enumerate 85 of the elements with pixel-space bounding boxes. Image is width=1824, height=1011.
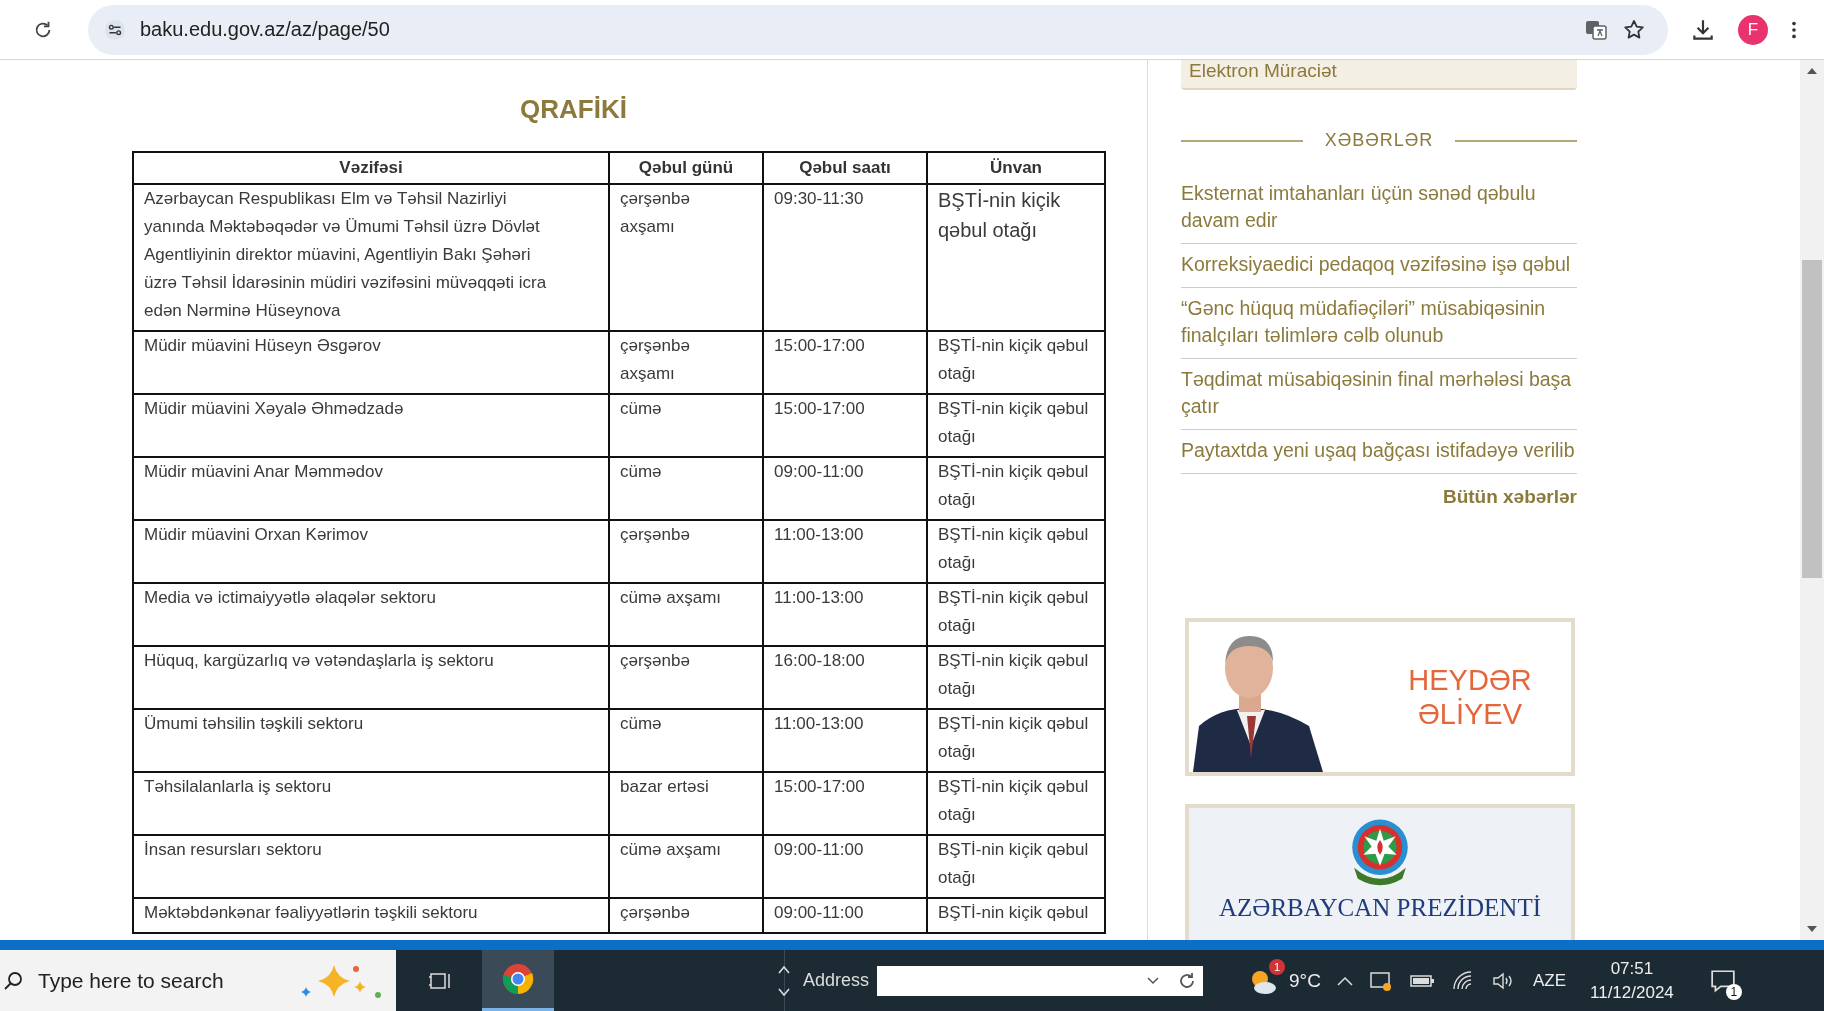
table-cell: bazar ertəsi — [609, 772, 763, 835]
table-cell: 16:00-18:00 — [763, 646, 927, 709]
table-cell: 09:00-11:00 — [763, 835, 927, 898]
table-cell: Məktəbdənkənar fəaliyyətlərin təşkili sektoru — [133, 898, 609, 933]
table-cell: 11:00-13:00 — [763, 520, 927, 583]
table-cell: BŞTİ-nin kiçik qəbul otağı — [927, 184, 1105, 331]
table-cell: Müdir müavini Xəyalə Əhmədzadə — [133, 394, 609, 457]
table-cell: çərşənbə — [609, 898, 763, 933]
table-cell: Müdir müavini Hüseyn Əsgərov — [133, 331, 609, 394]
column-header: Vəzifəsi — [133, 152, 609, 184]
table-cell: 11:00-13:00 — [763, 709, 927, 772]
table-cell: Azərbaycan Respublikası Elm və Təhsil Nazirliyi yanında Məktəbəqədər və Ümumi Təhsil üzrə Dövlət Agentliyinin direktor müavini, Agentliyin Bakı Şəhəri üzrə Təhsil İdarəsinin müdiri vəzifəsini müvəqqəti icra edən Nərminə Hüseynova — [133, 184, 609, 331]
table-cell: Müdir müavini Orxan Kərimov — [133, 520, 609, 583]
table-cell: BŞTİ-nin kiçik qəbul otağı — [927, 646, 1105, 709]
table-cell: Müdir müavini Anar Məmmədov — [133, 457, 609, 520]
all-news-link[interactable]: Bütün xəbərlər — [1442, 486, 1577, 508]
table-cell: çərşənbə axşamı — [609, 184, 763, 331]
table-cell: cümə — [609, 394, 763, 457]
scroll-down-icon[interactable] — [1807, 926, 1817, 932]
taskbar-app-button[interactable] — [482, 950, 554, 1011]
site-info-icon[interactable] — [104, 18, 126, 41]
banner[interactable]: AZƏRBAYCAN PREZİDENTİ — [1185, 804, 1575, 940]
news-link[interactable]: Eksternat imtahanları üçün sənəd qəbulu davam edir — [1181, 173, 1577, 244]
scrollbar[interactable] — [1800, 60, 1824, 940]
electronic-application-link[interactable]: Elektron Müraciət — [1181, 60, 1577, 90]
address-label: Address — [803, 970, 870, 991]
dropdown-caret-icon[interactable] — [1147, 976, 1160, 985]
table-cell: BŞTİ-nin kiçik qəbul otağı — [927, 331, 1105, 394]
taskbar-search-field[interactable]: Type here to search — [0, 950, 396, 1011]
table-cell: 15:00-17:00 — [763, 394, 927, 457]
search-icon — [4, 970, 24, 991]
table-cell: Təhsilalanlarla iş sektoru — [133, 772, 609, 835]
column-header: Qəbul günü — [609, 152, 763, 184]
notification-badge: 1 — [1725, 983, 1742, 1000]
table-cell: 11:00-13:00 — [763, 583, 927, 646]
table-cell: 09:30-11:30 — [763, 184, 927, 331]
clock[interactable]: 07:51 11/12/2024 — [1590, 956, 1674, 1005]
table-cell: çərşənbə — [609, 520, 763, 583]
column-header: Ünvan — [927, 152, 1105, 184]
profile-avatar[interactable]: F — [1738, 14, 1768, 45]
bookmark-star-icon[interactable] — [1622, 17, 1646, 42]
banner-title: AZƏRBAYCAN PREZİDENTİ — [1219, 894, 1541, 921]
language-indicator[interactable]: AZE — [1532, 970, 1566, 991]
table-cell: cümə — [609, 457, 763, 520]
table-cell: BŞTİ-nin kiçik qəbul otağı — [927, 394, 1105, 457]
table-cell: BŞTİ-nin kiçik qəbul — [927, 898, 1105, 933]
news-link[interactable]: Korreksiyaedici pedaqoq vəzifəsinə işə qəbul — [1181, 244, 1577, 288]
scroll-up-icon[interactable] — [1807, 68, 1817, 74]
table-cell: Ümumi təhsilin təşkili sektoru — [133, 709, 609, 772]
battery-icon[interactable] — [1408, 972, 1435, 989]
temperature: 9°C — [1289, 969, 1321, 992]
table-cell: 15:00-17:00 — [763, 331, 927, 394]
table-cell: Hüquq, kargüzarlıq və vətəndaşlarla iş sektoru — [133, 646, 609, 709]
chevron-up-icon[interactable] — [1336, 975, 1353, 986]
table-cell: cümə — [609, 709, 763, 772]
notification-icon[interactable] — [1709, 967, 1736, 994]
news-link[interactable]: Təqdimat müsabiqəsinin final mərhələsi başa çatır — [1181, 359, 1577, 430]
table-cell: cümə axşamı — [609, 835, 763, 898]
table-cell: BŞTİ-nin kiçik qəbul otağı — [927, 772, 1105, 835]
banner[interactable]: HEYDƏR ƏLİYEV — [1185, 618, 1575, 776]
news-link[interactable]: “Gənc hüquq müdafiəçiləri” müsabiqəsinin finalçıları təlimlərə cəlb olunub — [1181, 288, 1577, 359]
address-bar[interactable]: baku.edu.gov.az/az/page/50 — [88, 4, 1668, 55]
table-cell: 09:00-11:00 — [763, 898, 927, 933]
table-cell: BŞTİ-nin kiçik qəbul otağı — [927, 457, 1105, 520]
weather-badge: 1 — [1269, 958, 1286, 975]
table-cell: cümə axşamı — [609, 583, 763, 646]
address-field[interactable] — [877, 965, 1204, 996]
news-heading: XƏBƏRLƏR — [1324, 130, 1434, 151]
table-cell: BŞTİ-nin kiçik qəbul otağı — [927, 583, 1105, 646]
browser-icon — [502, 963, 534, 995]
table-cell: BŞTİ-nin kiçik qəbul otağı — [927, 709, 1105, 772]
table-cell: 15:00-17:00 — [763, 772, 927, 835]
news-link[interactable]: Paytaxtda yeni uşaq bağçası istifadəyə verilib — [1181, 430, 1577, 474]
url-text: baku.edu.gov.az/az/page/50 — [140, 18, 390, 41]
column-header: Qəbul saatı — [763, 152, 927, 184]
table-cell: İnsan resursları sektoru — [133, 835, 609, 898]
table-cell: 09:00-11:00 — [763, 457, 927, 520]
table-cell: çərşənbə — [609, 646, 763, 709]
table-cell: BŞTİ-nin kiçik qəbul otağı — [927, 520, 1105, 583]
page-title: QRAFİKİ — [520, 94, 627, 125]
banner-title: ƏLİYEV — [1417, 697, 1522, 731]
table-cell: Media və ictimaiyyətlə əlaqələr sektoru — [133, 583, 609, 646]
table-cell: BŞTİ-nin kiçik qəbul otağı — [927, 835, 1105, 898]
scrollbar-thumb[interactable] — [1802, 260, 1822, 578]
banner-title: HEYDƏR — [1408, 663, 1532, 697]
